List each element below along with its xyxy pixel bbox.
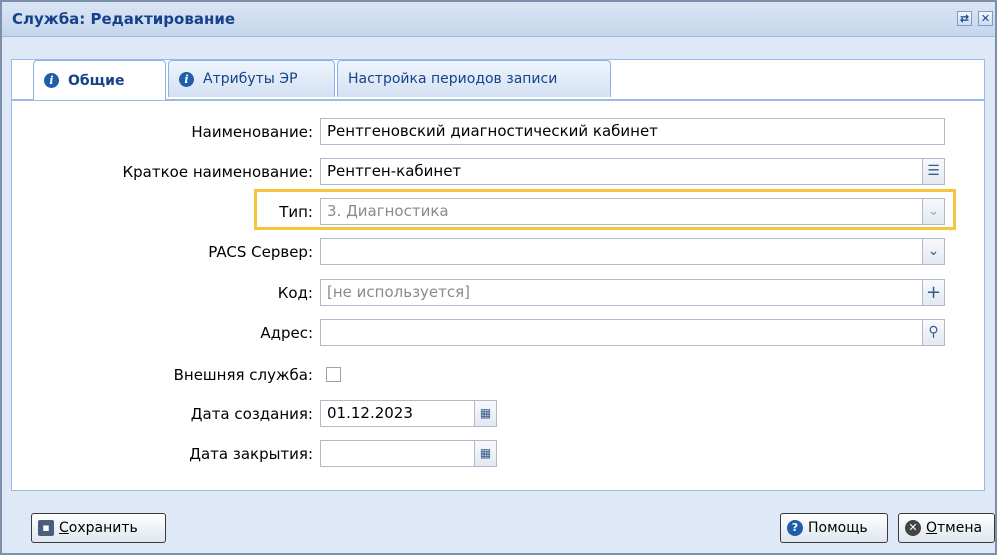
created-date-field[interactable]: 01.12.2023 [320,400,475,427]
pacs-select[interactable] [320,238,923,265]
save-accesskey: С [59,520,69,536]
tab-strip: i Общие i Атрибуты ЭР Настройка периодов… [11,60,985,100]
cancel-icon: ✕ [905,520,921,536]
code-field[interactable]: [не используется] [320,279,923,306]
external-checkbox[interactable] [326,367,341,382]
tab-label: Атрибуты ЭР [203,71,298,87]
help-button[interactable]: ? Помощь [780,513,888,543]
calendar-icon[interactable]: ▦ [474,400,497,427]
cancel-button[interactable]: ✕ Отмена [898,513,995,543]
closed-date-field[interactable] [320,440,475,467]
created-date-label: Дата создания: [190,405,313,423]
type-highlight-frame [254,189,956,230]
closed-date-label: Дата закрытия: [189,445,313,463]
info-icon: i [44,73,59,88]
restore-icon[interactable]: ⇄ [957,11,972,26]
cancel-accesskey: О [926,520,938,536]
external-label: Внешняя служба: [173,366,313,384]
menu-icon[interactable]: ☰ [922,158,945,185]
save-label: охранить [68,520,138,536]
short-name-label: Краткое наименование: [122,163,313,181]
help-icon: ? [787,520,803,536]
window-titlebar[interactable]: Служба: Редактирование ⇄ ✕ [2,2,995,37]
window-title: Служба: Редактирование [12,10,236,28]
name-field[interactable]: Рентгеновский диагностический кабинет [320,118,945,145]
plus-icon[interactable]: + [922,279,945,306]
floppy-icon: ▪ [38,520,54,536]
help-label: Помощь [808,520,868,536]
close-icon[interactable]: ✕ [978,11,993,26]
name-label: Наименование: [191,123,313,141]
chevron-down-icon[interactable]: ⌄ [922,238,945,265]
cancel-label: тмена [937,520,983,536]
pacs-label: PACS Сервер: [208,243,313,261]
search-icon[interactable]: ⚲ [922,319,945,346]
short-name-field[interactable]: Рентген-кабинет [320,158,923,185]
info-icon: i [179,71,194,87]
tab-label: Настройка периодов записи [348,71,558,87]
address-label: Адрес: [260,324,313,342]
tab-label: Общие [68,72,125,89]
tab-general[interactable]: i Общие [33,60,166,100]
tab-er-attributes[interactable]: i Атрибуты ЭР [168,60,335,97]
address-field[interactable] [320,319,923,346]
save-button[interactable]: ▪ Сохранить [31,513,166,543]
calendar-icon[interactable]: ▦ [474,440,497,467]
code-label: Код: [277,284,313,302]
tab-booking-periods[interactable]: Настройка периодов записи [337,60,611,97]
